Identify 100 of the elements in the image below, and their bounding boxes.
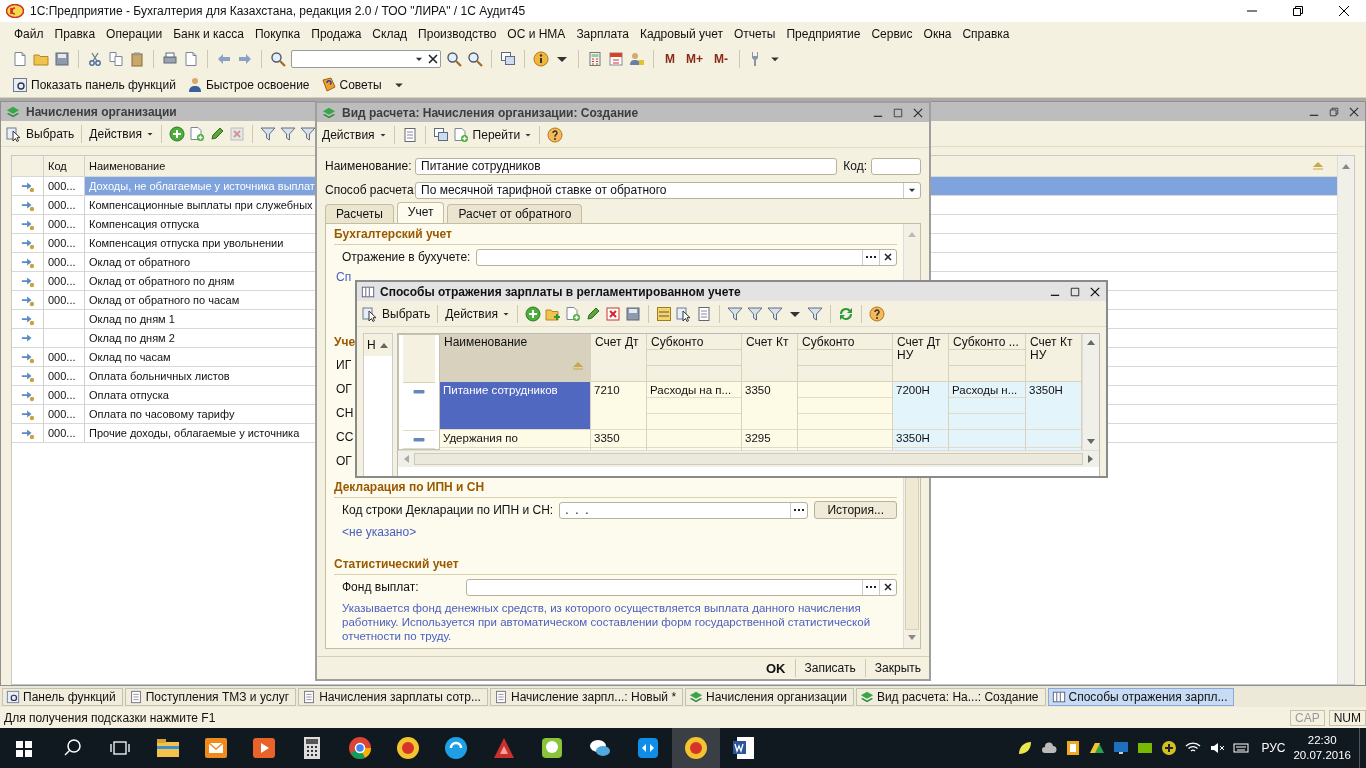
- cloud-icon[interactable]: [1041, 740, 1058, 756]
- scroll-down-icon[interactable]: [1086, 438, 1096, 446]
- list-mode-icon[interactable]: [675, 305, 692, 322]
- toolbar-button[interactable]: Быстрое освоение: [205, 77, 310, 92]
- menu-item[interactable]: Производство: [418, 27, 497, 41]
- new-copy-icon[interactable]: [452, 126, 469, 143]
- print-preview-icon[interactable]: [183, 51, 199, 67]
- accounting-field[interactable]: [476, 248, 897, 266]
- clear-icon[interactable]: [428, 54, 438, 64]
- memory-button[interactable]: M: [662, 52, 678, 66]
- clear-icon[interactable]: [884, 253, 892, 261]
- graphics-icon[interactable]: [1137, 740, 1154, 756]
- scroll-up-icon[interactable]: [1341, 162, 1351, 170]
- plus-icon[interactable]: [1161, 740, 1178, 756]
- round-logo-icon[interactable]: [682, 734, 710, 762]
- tab[interactable]: Учет: [396, 202, 445, 223]
- info-icon[interactable]: [533, 51, 549, 67]
- choose-icon[interactable]: [866, 585, 876, 589]
- menu-item[interactable]: ОС и НМА: [507, 27, 566, 41]
- user-icon[interactable]: [629, 51, 645, 67]
- filter-apply-icon[interactable]: [279, 125, 296, 142]
- toolbar-button[interactable]: Показать панель функций: [31, 77, 176, 92]
- filter-icon[interactable]: [766, 305, 783, 322]
- leaf-icon[interactable]: [1017, 740, 1034, 756]
- column-header[interactable]: Счет Дт: [591, 334, 646, 382]
- column-header[interactable]: Субконто: [647, 334, 741, 350]
- add-icon[interactable]: [524, 305, 541, 322]
- clock[interactable]: 22:30 20.07.2016: [1293, 733, 1351, 763]
- name-field[interactable]: Питание сотрудников: [415, 157, 838, 175]
- edit-icon[interactable]: [584, 305, 601, 322]
- toolbar-button[interactable]: Советы: [339, 77, 382, 92]
- toolbar-button[interactable]: Выбрать: [382, 306, 431, 321]
- triangle-icon[interactable]: [1089, 740, 1106, 756]
- filter-icon[interactable]: [259, 125, 276, 142]
- menu-item[interactable]: Справка: [962, 27, 1010, 41]
- keyboard-icon[interactable]: [1233, 740, 1250, 756]
- menu-item[interactable]: Сервис: [871, 27, 913, 41]
- scissors-icon[interactable]: [87, 51, 103, 67]
- add-icon[interactable]: [168, 125, 185, 142]
- copy-item-icon[interactable]: [188, 125, 205, 142]
- column-header[interactable]: Счет Кт НУ: [1026, 334, 1081, 382]
- dialog-button[interactable]: Записать: [802, 661, 858, 675]
- delete-icon[interactable]: [604, 305, 621, 322]
- window-tab[interactable]: Вид расчета: На...: Создание: [855, 687, 1046, 706]
- window-tab[interactable]: Начисления зарплаты сотр...: [298, 687, 488, 706]
- scroll-down-icon[interactable]: [907, 634, 917, 642]
- menu-item[interactable]: Правка: [54, 27, 96, 41]
- new-document-icon[interactable]: [12, 51, 28, 67]
- printer-icon[interactable]: [162, 51, 178, 67]
- code-field[interactable]: [871, 157, 921, 175]
- maximize-icon[interactable]: [1070, 286, 1080, 297]
- scroll-right-icon[interactable]: [1087, 454, 1095, 464]
- actions-menu-button[interactable]: Действия: [89, 126, 142, 141]
- speaker-icon[interactable]: [1209, 740, 1226, 756]
- goto-menu-button[interactable]: Перейти: [472, 127, 521, 142]
- window-tab[interactable]: Начисление зарпл...: Новый *: [489, 687, 684, 706]
- menu-item[interactable]: Продажа: [311, 27, 362, 41]
- history-button[interactable]: История...: [814, 501, 897, 519]
- round-logo-icon[interactable]: [394, 734, 422, 762]
- copy-icon[interactable]: [108, 51, 124, 67]
- scroll-up-icon[interactable]: [1086, 338, 1096, 346]
- close-icon[interactable]: [1090, 286, 1100, 297]
- tips-icon[interactable]: [320, 76, 337, 93]
- window-tab[interactable]: Поступления ТМЗ и услуг: [124, 687, 297, 706]
- actions-menu-button[interactable]: Действия: [445, 306, 498, 321]
- menu-item[interactable]: Отчеты: [734, 27, 776, 41]
- tree-icon[interactable]: [695, 305, 712, 322]
- menu-item[interactable]: Окна: [923, 27, 952, 41]
- menu-item[interactable]: Банк и касса: [173, 27, 244, 41]
- language-indicator[interactable]: РУС: [1261, 741, 1286, 755]
- find-previous-icon[interactable]: [467, 51, 483, 67]
- tab[interactable]: Расчет от обратного: [447, 204, 583, 223]
- menu-item[interactable]: Покупка: [254, 27, 301, 41]
- search-field[interactable]: [291, 50, 441, 68]
- clear-icon[interactable]: [884, 583, 892, 591]
- monitor-icon[interactable]: [1113, 740, 1130, 756]
- choose-icon[interactable]: [866, 255, 876, 259]
- menu-item[interactable]: Зарплата: [576, 27, 629, 41]
- save-icon[interactable]: [54, 51, 70, 67]
- chat-icon[interactable]: [442, 734, 470, 762]
- menu-item[interactable]: Кадровый учет: [639, 27, 723, 41]
- choose-icon[interactable]: [794, 508, 805, 512]
- memory-button[interactable]: M+: [683, 52, 706, 66]
- actions-menu-button[interactable]: Действия: [322, 127, 375, 142]
- scroll-thumb[interactable]: [414, 453, 1083, 465]
- copy-item-icon[interactable]: [564, 305, 581, 322]
- teacher-icon[interactable]: [186, 76, 203, 93]
- method-dropdown[interactable]: По месячной тарифной ставке от обратного: [415, 181, 921, 199]
- scroll-up-icon[interactable]: [379, 341, 389, 349]
- column-header[interactable]: Счет Дт НУ: [893, 334, 948, 382]
- declaration-code-field[interactable]: . . .: [559, 501, 809, 519]
- edit-icon[interactable]: [208, 125, 225, 142]
- dialog-button[interactable]: Закрыть: [872, 661, 923, 675]
- window-tab[interactable]: Начисления организации: [685, 687, 854, 706]
- column-header[interactable]: Счет Кт: [742, 334, 797, 382]
- not-specified-link[interactable]: <не указано>: [342, 525, 417, 539]
- tab[interactable]: Расчеты: [325, 204, 394, 223]
- close-icon[interactable]: [1338, 5, 1350, 17]
- dialog-button[interactable]: OK: [764, 660, 788, 676]
- help-icon[interactable]: [868, 305, 885, 322]
